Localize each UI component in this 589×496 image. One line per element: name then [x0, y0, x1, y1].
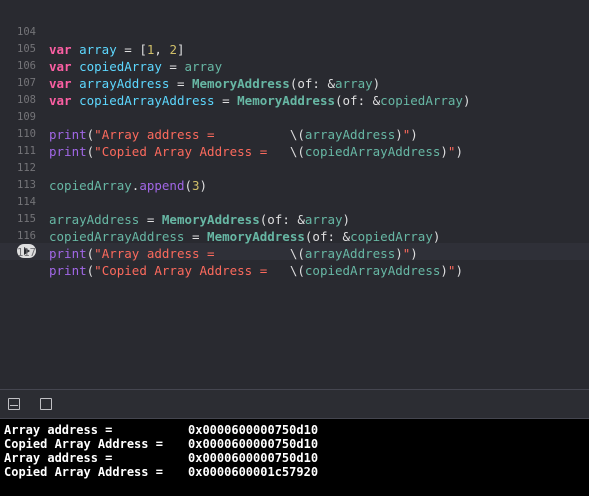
line-number: 117: [17, 247, 36, 259]
panel-split-icon[interactable]: [40, 398, 52, 410]
code-line-109[interactable]: 109 print("Array address = \(arrayAddres…: [0, 92, 589, 142]
console-label: Copied Array Address =: [4, 437, 163, 451]
code-line-115[interactable]: 115 copiedArrayAddress = MemoryAddress(o…: [0, 194, 589, 244]
console-label: Array address =: [4, 451, 113, 465]
interpolation-close: ): [440, 263, 448, 278]
code-line-108[interactable]: 108: [0, 75, 589, 106]
function-call: print: [49, 246, 87, 261]
code-line-113[interactable]: 113: [0, 160, 589, 191]
code-line-107[interactable]: 107 var copiedArrayAddress = MemoryAddre…: [0, 58, 589, 108]
console-value: 0x0000600000750d10: [188, 423, 319, 437]
console-value: 0x0000600000750d10: [188, 437, 319, 451]
code-line-111[interactable]: 111: [0, 126, 589, 157]
interpolation-open: \(: [289, 263, 305, 278]
identifier: copiedArrayAddress: [304, 263, 441, 278]
code-editor[interactable]: 104 var array = [1, 2] 105 var copiedArr…: [0, 0, 589, 389]
debug-console[interactable]: Array address = 0x0000600000750d10 Copied…: [0, 419, 589, 496]
code-line-105[interactable]: 105 var copiedArray = array: [0, 24, 589, 74]
code-line-106[interactable]: 106 var arrayAddress = MemoryAddress(of:…: [0, 41, 589, 91]
string-literal: "Array address =: [94, 246, 290, 261]
console-line: Copied Array Address = 0x0000600001c57920: [4, 465, 318, 479]
string-literal: "Copied Array Address =: [94, 263, 290, 278]
code-line-116[interactable]: 116 print("Array address = \(arrayAddres…: [0, 211, 589, 261]
code-line-110[interactable]: 110 print("Copied Array Address = \(copi…: [0, 109, 589, 159]
function-call: print: [49, 263, 87, 278]
identifier: arrayAddress: [304, 246, 396, 261]
console-line: Array address = 0x0000600000750d10: [4, 451, 318, 465]
string-literal: ": [447, 263, 456, 278]
console-label: Copied Array Address =: [4, 465, 163, 479]
interpolation-close: ): [395, 246, 403, 261]
interpolation-open: \(: [289, 246, 305, 261]
console-line: Array address = 0x0000600000750d10: [4, 423, 318, 437]
code-line-114[interactable]: 114 arrayAddress = MemoryAddress(of: &ar…: [0, 177, 589, 227]
panel-hide-icon[interactable]: [8, 398, 20, 410]
console-line: Copied Array Address = 0x0000600000750d10: [4, 437, 318, 451]
string-literal: ": [402, 246, 411, 261]
panel-hide-icon-line: [10, 405, 18, 406]
console-label: Array address =: [4, 423, 113, 437]
code-line-117[interactable]: 117 print("Copied Array Address = \(copi…: [0, 228, 589, 278]
console-value: 0x0000600001c57920: [188, 465, 319, 479]
code-line-112[interactable]: 112 copiedArray.append(3): [0, 143, 589, 193]
debug-toolbar: [0, 390, 589, 419]
console-value: 0x0000600000750d10: [188, 451, 319, 465]
code-line-104[interactable]: 104 var array = [1, 2]: [0, 7, 589, 57]
